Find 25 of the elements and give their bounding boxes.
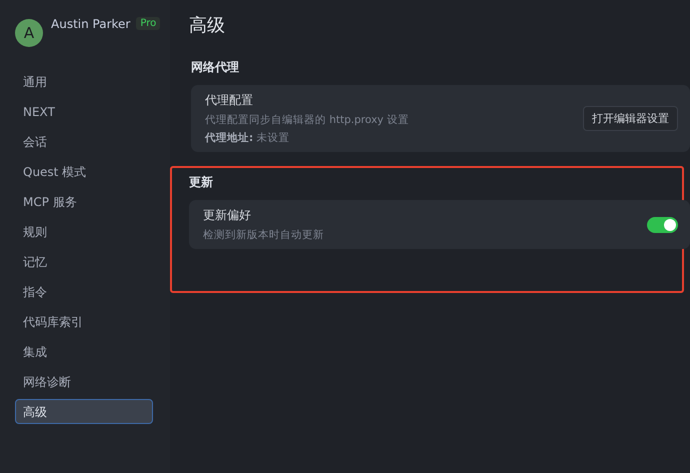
sidebar-item[interactable]: MCP 服务 xyxy=(15,189,153,214)
sidebar-item[interactable]: 会话 xyxy=(15,129,153,154)
user-name: Austin Parker xyxy=(51,17,130,31)
plan-badge: Pro xyxy=(136,17,160,30)
open-settings-button[interactable]: 打开编辑器设置 xyxy=(583,106,678,131)
setting-description: 代理配置同步自编辑器的 http.proxy 设置 xyxy=(205,113,409,127)
sidebar-item[interactable]: 记忆 xyxy=(15,249,153,274)
page-title: 高级 xyxy=(189,14,226,37)
section-title: 网络代理 xyxy=(191,59,240,76)
sidebar-item[interactable]: 集成 xyxy=(15,339,153,364)
setting-title: 代理配置 xyxy=(205,92,254,109)
sidebar-item[interactable]: 规则 xyxy=(15,219,153,244)
proxy-address: 代理地址: 未设置 xyxy=(205,131,291,145)
toggle-switch[interactable] xyxy=(647,216,678,232)
avatar: A xyxy=(15,19,43,47)
setting-description: 检测到新版本时自动更新 xyxy=(203,228,324,242)
section-title: 更新 xyxy=(189,174,214,191)
sidebar-item[interactable]: 代码库索引 xyxy=(15,309,153,334)
sidebar-item[interactable]: NEXT xyxy=(15,99,153,124)
sidebar-item[interactable]: 指令 xyxy=(15,279,153,304)
setting-title: 更新偏好 xyxy=(203,207,252,224)
sidebar-item[interactable]: Quest 模式 xyxy=(15,159,153,184)
sidebar-item[interactable]: 网络诊断 xyxy=(15,369,153,394)
sidebar-item[interactable]: 通用 xyxy=(15,69,153,94)
sidebar-item[interactable]: 高级 xyxy=(15,399,153,424)
